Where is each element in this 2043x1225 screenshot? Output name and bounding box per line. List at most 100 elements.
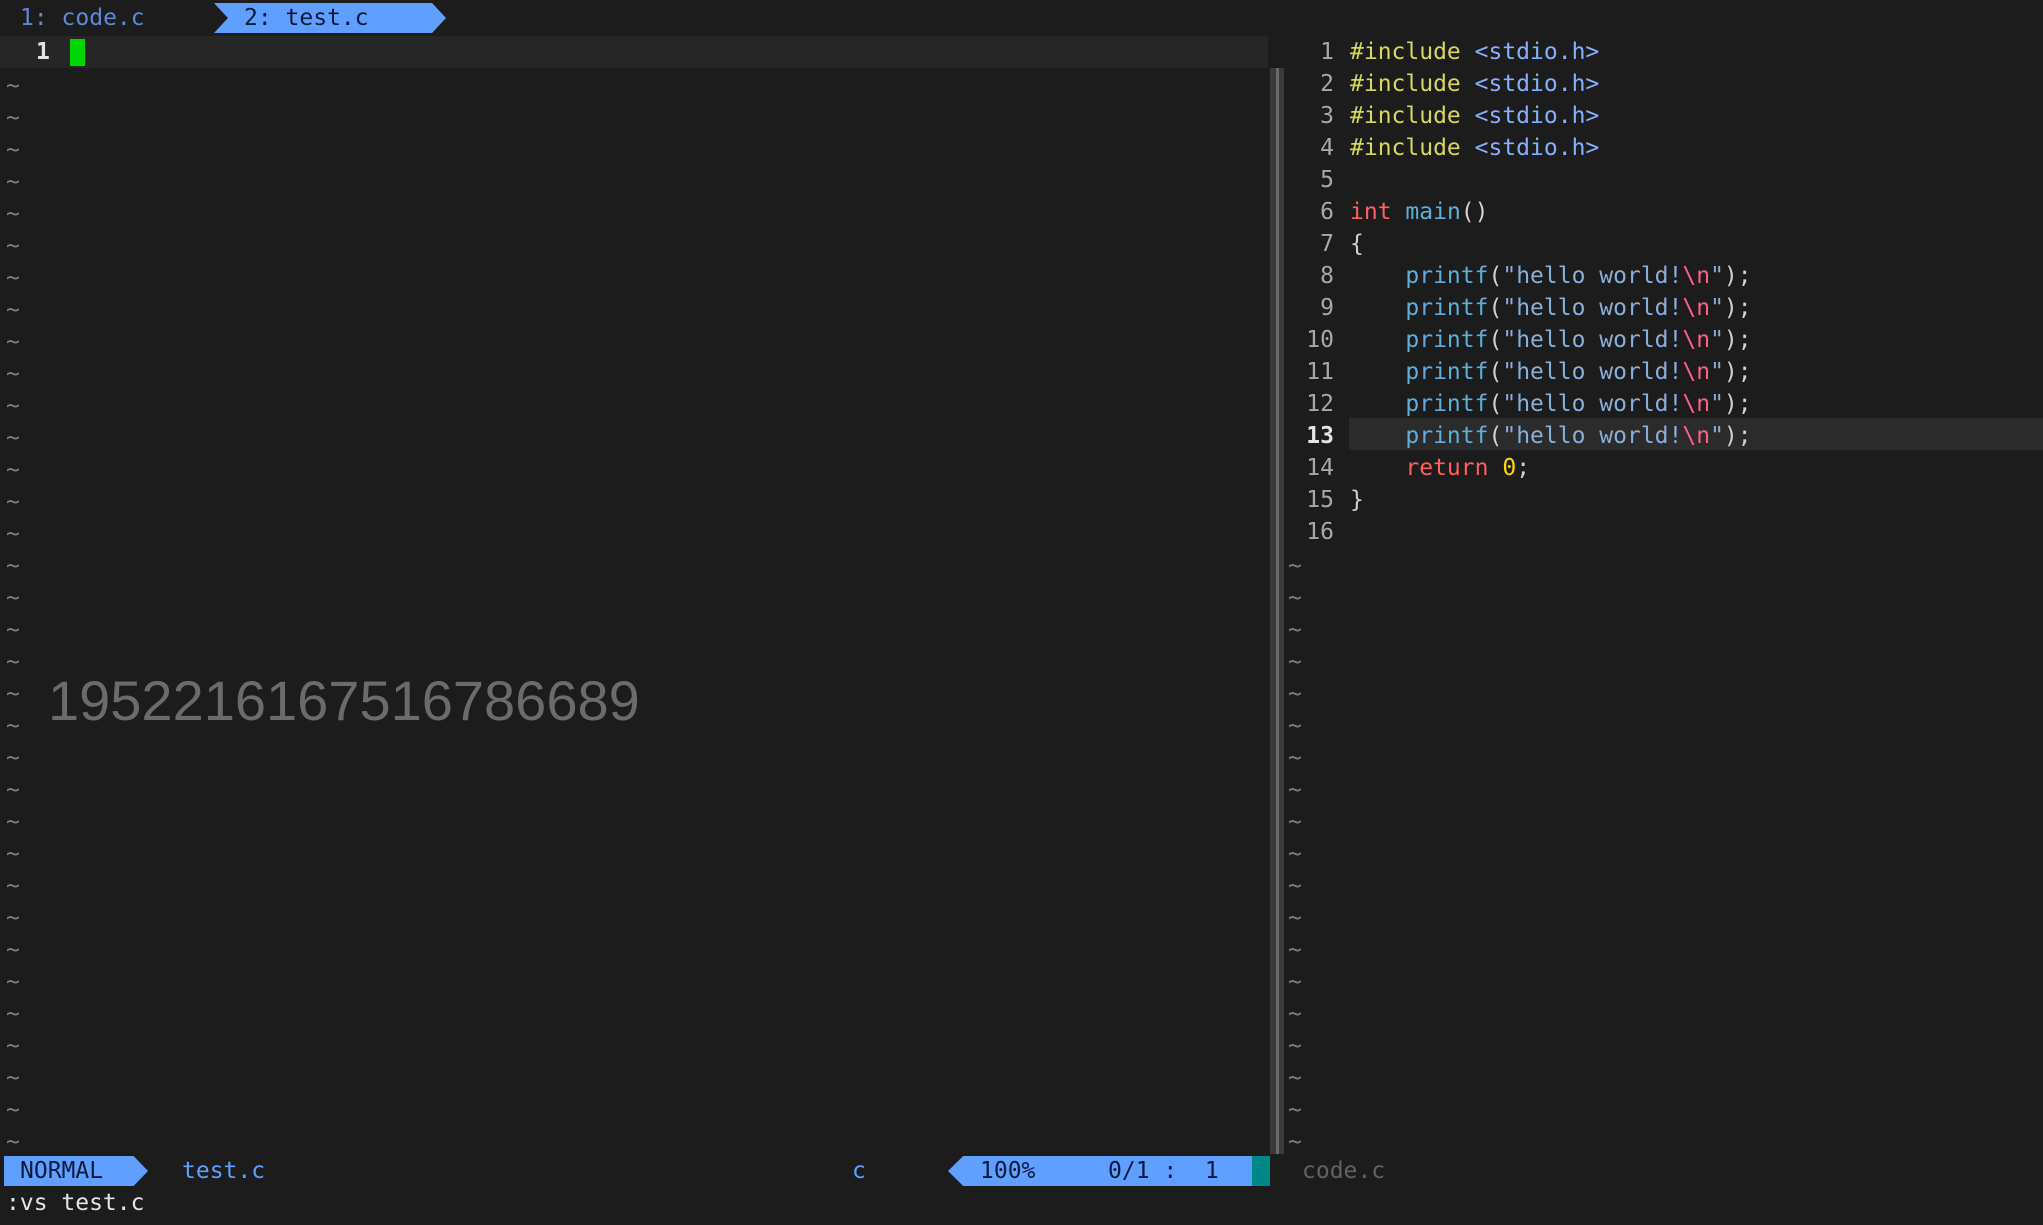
code-line[interactable]: 10 printf("hello world!\n"); bbox=[1290, 324, 1752, 356]
code-line[interactable]: 14 return 0; bbox=[1290, 452, 1530, 484]
code-token: printf bbox=[1405, 327, 1489, 353]
code-token: #include bbox=[1350, 71, 1461, 97]
code-token: \n bbox=[1682, 263, 1711, 289]
line-number: 9 bbox=[1320, 295, 1334, 321]
empty-line-tilde: ~ bbox=[6, 777, 20, 803]
code-line[interactable]: 11 printf("hello world!\n"); bbox=[1290, 356, 1752, 388]
code-token: ); bbox=[1723, 391, 1752, 417]
code-token: printf bbox=[1405, 391, 1489, 417]
line-number: 13 bbox=[1306, 423, 1334, 449]
status-right-filename: code.c bbox=[1302, 1158, 1386, 1184]
code-token: #include bbox=[1350, 135, 1461, 161]
code-token: printf bbox=[1405, 263, 1489, 289]
code-line[interactable]: 4 #include <stdio.h> bbox=[1290, 132, 1599, 164]
code-token: ); bbox=[1723, 327, 1752, 353]
empty-line-tilde: ~ bbox=[6, 521, 20, 547]
empty-line-tilde: ~ bbox=[1288, 1065, 1302, 1091]
empty-line-tilde: ~ bbox=[6, 937, 20, 963]
empty-line-tilde: ~ bbox=[6, 905, 20, 931]
code-token: printf bbox=[1405, 423, 1489, 449]
code-line[interactable]: 13 printf("hello world!\n"); bbox=[1290, 420, 1752, 452]
empty-line-tilde: ~ bbox=[6, 457, 20, 483]
empty-line-tilde: ~ bbox=[6, 329, 20, 355]
empty-line-tilde: ~ bbox=[6, 361, 20, 387]
code-line[interactable]: 3 #include <stdio.h> bbox=[1290, 100, 1599, 132]
empty-line-tilde: ~ bbox=[6, 1065, 20, 1091]
empty-line-tilde: ~ bbox=[6, 841, 20, 867]
code-line[interactable]: 5 bbox=[1290, 164, 1350, 196]
vertical-split-line bbox=[1276, 68, 1279, 1154]
empty-line-tilde: ~ bbox=[6, 105, 20, 131]
command-line[interactable]: :vs test.c bbox=[6, 1188, 144, 1218]
code-line[interactable]: 6 int main() bbox=[1290, 196, 1489, 228]
code-line[interactable]: 1 #include <stdio.h> bbox=[1290, 36, 1599, 68]
empty-line-tilde: ~ bbox=[6, 233, 20, 259]
code-token: <stdio.h> bbox=[1474, 135, 1600, 161]
code-line[interactable]: 15} bbox=[1290, 484, 1364, 516]
code-token: ( bbox=[1488, 295, 1503, 321]
tab-code-c[interactable]: 1: code.c bbox=[8, 3, 157, 33]
code-line[interactable]: 12 printf("hello world!\n"); bbox=[1290, 388, 1752, 420]
left-line-number: 1 bbox=[36, 39, 50, 65]
line-number: 3 bbox=[1320, 103, 1334, 129]
empty-line-tilde: ~ bbox=[6, 681, 20, 707]
code-line[interactable]: 8 printf("hello world!\n"); bbox=[1290, 260, 1751, 292]
empty-line-tilde: ~ bbox=[6, 73, 20, 99]
empty-line-tilde: ~ bbox=[6, 1033, 20, 1059]
code-token: " bbox=[1710, 391, 1724, 417]
code-line[interactable]: 2 #include <stdio.h> bbox=[1290, 68, 1599, 100]
code-token: return bbox=[1405, 455, 1489, 481]
line-number: 16 bbox=[1306, 519, 1334, 545]
status-position-block: 100% 0/1 : 1 bbox=[948, 1156, 1252, 1186]
code-token: ( bbox=[1488, 263, 1503, 289]
empty-line-tilde: ~ bbox=[6, 585, 20, 611]
code-line[interactable]: 7{ bbox=[1290, 228, 1364, 260]
code-token: \n bbox=[1682, 391, 1711, 417]
empty-line-tilde: ~ bbox=[6, 393, 20, 419]
empty-line-tilde: ~ bbox=[6, 553, 20, 579]
code-token: main bbox=[1405, 199, 1461, 225]
code-line[interactable]: 16 bbox=[1290, 516, 1350, 548]
code-token: "hello world! bbox=[1502, 295, 1683, 321]
code-token: \n bbox=[1682, 423, 1711, 449]
code-token: () bbox=[1460, 199, 1489, 225]
empty-line-tilde: ~ bbox=[1288, 681, 1302, 707]
code-token: ( bbox=[1488, 423, 1503, 449]
empty-line-tilde: ~ bbox=[6, 169, 20, 195]
empty-line-tilde: ~ bbox=[6, 649, 20, 675]
empty-line-tilde: ~ bbox=[6, 1001, 20, 1027]
line-number: 5 bbox=[1320, 167, 1334, 193]
empty-line-tilde: ~ bbox=[1288, 1129, 1302, 1155]
tab-test-c[interactable]: 2: test.c bbox=[214, 3, 446, 33]
code-token: ); bbox=[1723, 359, 1752, 385]
status-position-end-cap bbox=[1252, 1156, 1270, 1186]
empty-line-tilde: ~ bbox=[6, 1097, 20, 1123]
empty-line-tilde: ~ bbox=[1288, 649, 1302, 675]
line-number: 4 bbox=[1320, 135, 1334, 161]
code-token: "hello world! bbox=[1502, 423, 1683, 449]
watermark-number: 19522161675167866​89 bbox=[48, 669, 640, 732]
code-token: ); bbox=[1723, 423, 1752, 449]
code-token: " bbox=[1710, 423, 1724, 449]
empty-line-tilde: ~ bbox=[1288, 841, 1302, 867]
code-token: \n bbox=[1682, 295, 1711, 321]
left-editor-pane[interactable] bbox=[0, 36, 1268, 1154]
code-line[interactable]: 9 printf("hello world!\n"); bbox=[1290, 292, 1751, 324]
code-token: <stdio.h> bbox=[1474, 103, 1600, 129]
empty-line-tilde: ~ bbox=[1288, 873, 1302, 899]
code-token: ( bbox=[1488, 359, 1503, 385]
line-number: 6 bbox=[1320, 199, 1334, 225]
line-number: 7 bbox=[1320, 231, 1334, 257]
empty-line-tilde: ~ bbox=[6, 745, 20, 771]
empty-line-tilde: ~ bbox=[1288, 617, 1302, 643]
line-number: 1 bbox=[1320, 39, 1334, 65]
left-cursor-line bbox=[0, 36, 1268, 68]
